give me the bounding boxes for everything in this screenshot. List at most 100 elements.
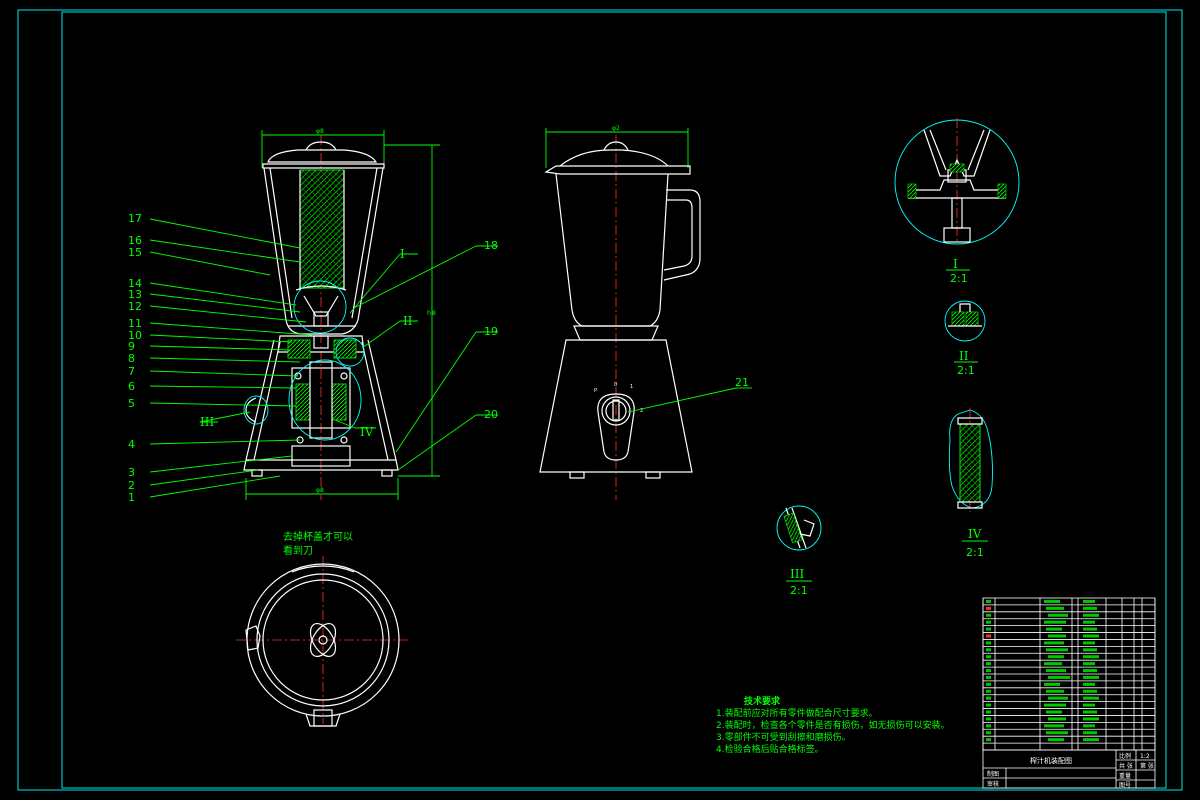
- parts-list-row-mark: [1046, 731, 1068, 735]
- parts-list-index-mark: [986, 634, 991, 638]
- parts-list-row-mark: [1083, 669, 1097, 673]
- cad-drawing: φ8 ｈ8 φ8 17 16 15 14 13 12 11 10 9 8 7 6…: [17, 9, 1183, 791]
- parts-list-index-mark: [986, 710, 991, 714]
- parts-list-index-mark: [986, 662, 991, 666]
- parts-list-index-mark: [986, 696, 991, 700]
- title-block-scale-label: 比例: [1119, 752, 1131, 760]
- title-block-weight-label: 重量: [1119, 772, 1131, 780]
- parts-list-row-mark: [1044, 641, 1064, 645]
- parts-list-index-mark: [986, 648, 991, 652]
- parts-list-row-mark: [1046, 689, 1064, 693]
- parts-list-row-mark: [1083, 648, 1097, 652]
- dim-base-width: φ8: [316, 487, 324, 494]
- part-label-19: 19: [484, 325, 498, 338]
- parts-list-row-mark: [1044, 599, 1060, 603]
- title-block: 榨汁机装配图 比例 1:2 共 张 第 张 重量 图号 制图 审核: [982, 749, 1156, 789]
- parts-list-row-mark: [1048, 613, 1068, 617]
- detail-IV-roman: IV: [968, 527, 982, 541]
- part-label-8: 8: [128, 352, 135, 365]
- tech-req-item-4: 4.检验合格后贴合格标签。: [716, 743, 824, 755]
- detail-I-roman: I: [953, 257, 958, 271]
- parts-list-row-mark: [1083, 710, 1097, 714]
- parts-list-row-mark: [1083, 724, 1095, 728]
- part-label-3: 3: [128, 466, 135, 479]
- parts-list-index-mark: [986, 655, 991, 659]
- top-view-note-line1: 去掉杯盖才可以: [283, 530, 353, 543]
- side-view: φ2 P 0 1 2 21: [539, 125, 752, 500]
- parts-list-index-mark: [986, 689, 991, 693]
- parts-list-row-mark: [1048, 738, 1064, 742]
- parts-list-row-mark: [1048, 717, 1066, 721]
- detail-I-scale: 2:1: [950, 272, 968, 285]
- parts-list-index-mark: [986, 613, 991, 617]
- parts-list-row-mark: [1083, 703, 1095, 707]
- parts-list-index-mark: [986, 724, 991, 728]
- tech-req-item-3: 3.零部件不可受到刮擦和磨损伤。: [716, 731, 851, 743]
- title-block-sheet-label: 共 张: [1119, 762, 1133, 770]
- section-marker-II: II: [403, 314, 413, 328]
- tech-req-item-1: 1.装配前应对所有零件做配合尺寸要求。: [716, 707, 878, 719]
- parts-list: [982, 597, 1156, 751]
- parts-list-row-mark: [1048, 696, 1068, 700]
- title-block-name: 榨汁机装配图: [1030, 756, 1072, 765]
- parts-list-row-mark: [1083, 717, 1099, 721]
- parts-list-row-mark: [1083, 599, 1095, 603]
- parts-list-row-mark: [1046, 710, 1062, 714]
- part-label-6: 6: [128, 380, 135, 393]
- parts-list-row-mark: [1083, 662, 1095, 666]
- parts-list-index-mark: [986, 669, 991, 673]
- parts-list-index-mark: [986, 599, 991, 603]
- svg-text:P: P: [594, 388, 597, 394]
- parts-list-row-mark: [1044, 703, 1066, 707]
- top-view: 去掉杯盖才可以 看到刀: [236, 530, 410, 727]
- part-label-7: 7: [128, 365, 135, 378]
- title-block-checked-label: 审核: [987, 780, 999, 788]
- parts-list-row-mark: [1044, 682, 1060, 686]
- part-label-18: 18: [484, 239, 498, 252]
- parts-list-row-mark: [1083, 634, 1099, 638]
- detail-view-IV: IV 2:1: [948, 408, 993, 559]
- svg-text:1: 1: [630, 384, 633, 390]
- parts-list-row-mark: [1044, 724, 1064, 728]
- parts-list-row-mark: [1083, 641, 1095, 645]
- top-view-note-line2: 看到刀: [283, 544, 313, 557]
- title-block-scale-value: 1:2: [1140, 753, 1150, 760]
- part-label-12: 12: [128, 300, 142, 313]
- front-section-view: φ8 ｈ8 φ8 17 16 15 14 13 12 11 10 9 8 7 6…: [128, 128, 498, 504]
- dim-side-width: φ2: [612, 125, 620, 132]
- parts-list-row-mark: [1048, 655, 1064, 659]
- detail-II-roman: II: [959, 349, 969, 363]
- section-marker-I: I: [400, 247, 405, 261]
- part-label-5: 5: [128, 397, 135, 410]
- parts-list-row-mark: [1083, 738, 1099, 742]
- part-label-4: 4: [128, 438, 135, 451]
- detail-view-III: III 2:1: [776, 505, 822, 597]
- parts-list-row-mark: [1048, 634, 1066, 638]
- section-marker-IV: IV: [360, 425, 374, 439]
- parts-list-index-mark: [986, 620, 991, 624]
- detail-view-I: I 2:1: [894, 118, 1020, 285]
- detail-view-II: II 2:1: [944, 300, 986, 377]
- parts-list-index-mark: [986, 627, 991, 631]
- parts-list-index-mark: [986, 717, 991, 721]
- part-label-1: 1: [128, 491, 135, 504]
- parts-list-row-mark: [1083, 655, 1099, 659]
- parts-list-row-mark: [1046, 606, 1064, 610]
- parts-list-row-mark: [1083, 620, 1095, 624]
- tech-req-item-2: 2.装配时，检查各个零件是否有损伤，如无损伤可以安装。: [716, 719, 950, 731]
- part-label-21: 21: [735, 376, 749, 389]
- title-block-drawing-no-label: 图号: [1119, 782, 1131, 789]
- parts-list-row-mark: [1083, 613, 1099, 617]
- parts-list-row-mark: [1046, 627, 1062, 631]
- part-label-15: 15: [128, 246, 142, 259]
- dim-top-width: φ8: [316, 128, 324, 135]
- parts-list-row-mark: [1083, 675, 1099, 679]
- detail-III-roman: III: [790, 567, 804, 581]
- parts-list-row-mark: [1048, 675, 1070, 679]
- parts-list-row-mark: [1046, 648, 1068, 652]
- parts-list-index-mark: [986, 682, 991, 686]
- detail-II-scale: 2:1: [957, 364, 975, 377]
- technical-requirements: 技术要求 1.装配前应对所有零件做配合尺寸要求。 2.装配时，检查各个零件是否有…: [716, 695, 950, 755]
- parts-list-index-mark: [986, 641, 991, 645]
- parts-list-row-mark: [1083, 731, 1097, 735]
